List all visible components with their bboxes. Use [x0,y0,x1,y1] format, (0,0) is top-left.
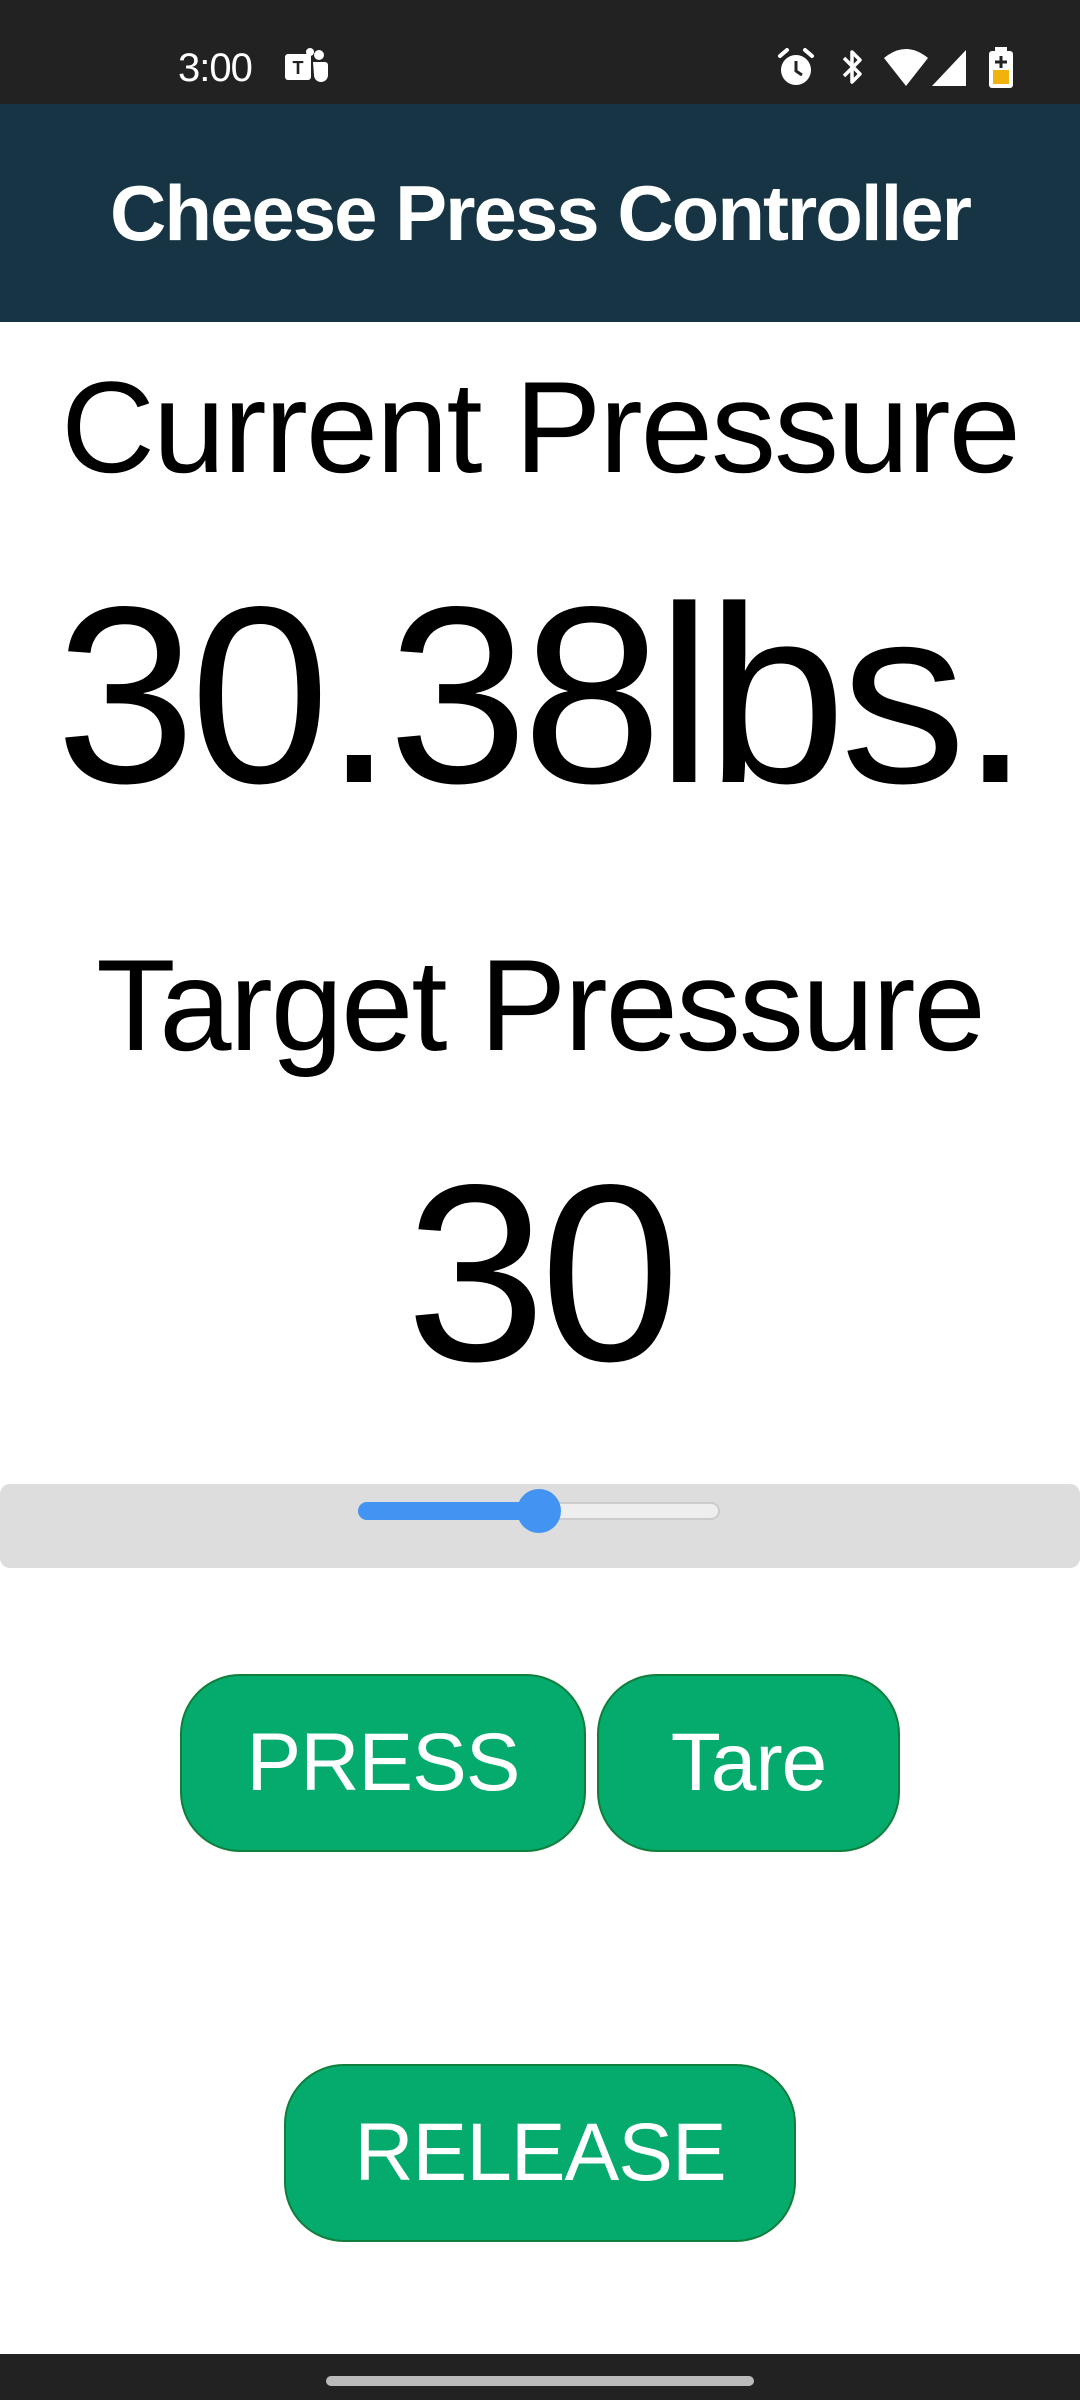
battery-icon [989,47,1013,88]
target-pressure-slider-fill [358,1502,539,1520]
app-title: Cheese Press Controller [109,168,972,257]
app-header: Cheese Press Controller [0,104,1080,322]
teams-icon: T [285,48,328,82]
press-button[interactable]: PRESS [180,1674,586,1852]
target-pressure-slider-thumb[interactable] [517,1489,561,1533]
current-pressure-label: Current Pressure [61,354,1021,500]
wifi-icon [884,49,928,86]
target-pressure-value: 30 [405,1133,680,1414]
alarm-icon [778,48,814,85]
svg-text:T: T [293,58,304,78]
release-button[interactable]: RELEASE [284,2064,796,2242]
navigation-bar [0,2354,1080,2400]
home-indicator[interactable] [326,2376,754,2386]
bluetooth-icon [842,50,862,84]
status-bar: 3:00 T [0,0,1080,104]
current-pressure-value: 30.38lbs. [55,555,1031,836]
signal-icon [932,50,966,86]
tare-button[interactable]: Tare [597,1674,900,1852]
status-time: 3:00 [178,46,253,90]
target-pressure-label: Target Pressure [96,932,986,1078]
